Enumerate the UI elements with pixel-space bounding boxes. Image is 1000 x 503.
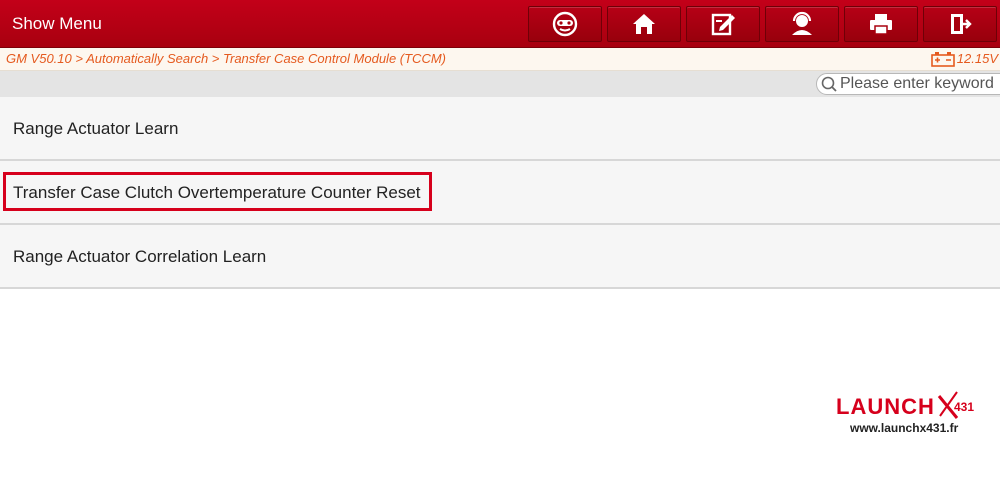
print-button[interactable] [844, 6, 918, 42]
search-box[interactable] [816, 73, 1000, 95]
breadcrumb-bar: GM V50.10 > Automatically Search > Trans… [0, 48, 1000, 71]
search-icon [821, 76, 837, 92]
breadcrumb: GM V50.10 > Automatically Search > Trans… [6, 51, 446, 66]
menu-item-label: Transfer Case Clutch Overtemperature Cou… [13, 183, 421, 202]
menu-item-clutch-overtemp-reset[interactable]: Transfer Case Clutch Overtemperature Cou… [0, 161, 1000, 225]
home-button[interactable] [607, 6, 681, 42]
menu-item-label: Range Actuator Correlation Learn [13, 247, 267, 266]
report-button[interactable] [686, 6, 760, 42]
battery-status: 12.15V [930, 51, 998, 67]
exit-button[interactable] [923, 6, 997, 42]
battery-icon [930, 52, 955, 67]
search-bar [0, 71, 1000, 97]
printer-icon [870, 14, 892, 35]
page-title: Show Menu [12, 14, 102, 33]
edit-report-icon [711, 13, 735, 36]
user-support-icon [792, 11, 812, 35]
function-menu: Range Actuator Learn Transfer Case Clutc… [0, 97, 1000, 289]
menu-item-label: Range Actuator Learn [13, 119, 179, 138]
top-toolbar: Show Menu [0, 0, 1000, 48]
search-input[interactable] [838, 74, 1000, 94]
diagnose-button[interactable] [528, 6, 602, 42]
launch-x431-watermark: LAUNCH 431 www.launchx431.fr [836, 390, 986, 440]
logo-url: www.launchx431.fr [850, 421, 959, 435]
logo-model: 431 [954, 400, 975, 414]
support-button[interactable] [765, 6, 839, 42]
menu-item-range-actuator-correlation-learn[interactable]: Range Actuator Correlation Learn [0, 225, 1000, 289]
menu-item-range-actuator-learn[interactable]: Range Actuator Learn [0, 97, 1000, 161]
diagnostic-face-icon [552, 11, 578, 37]
logo-brand: LAUNCH [836, 394, 935, 419]
exit-icon [951, 14, 972, 34]
home-icon [633, 14, 655, 34]
battery-voltage: 12.15V [956, 51, 998, 66]
